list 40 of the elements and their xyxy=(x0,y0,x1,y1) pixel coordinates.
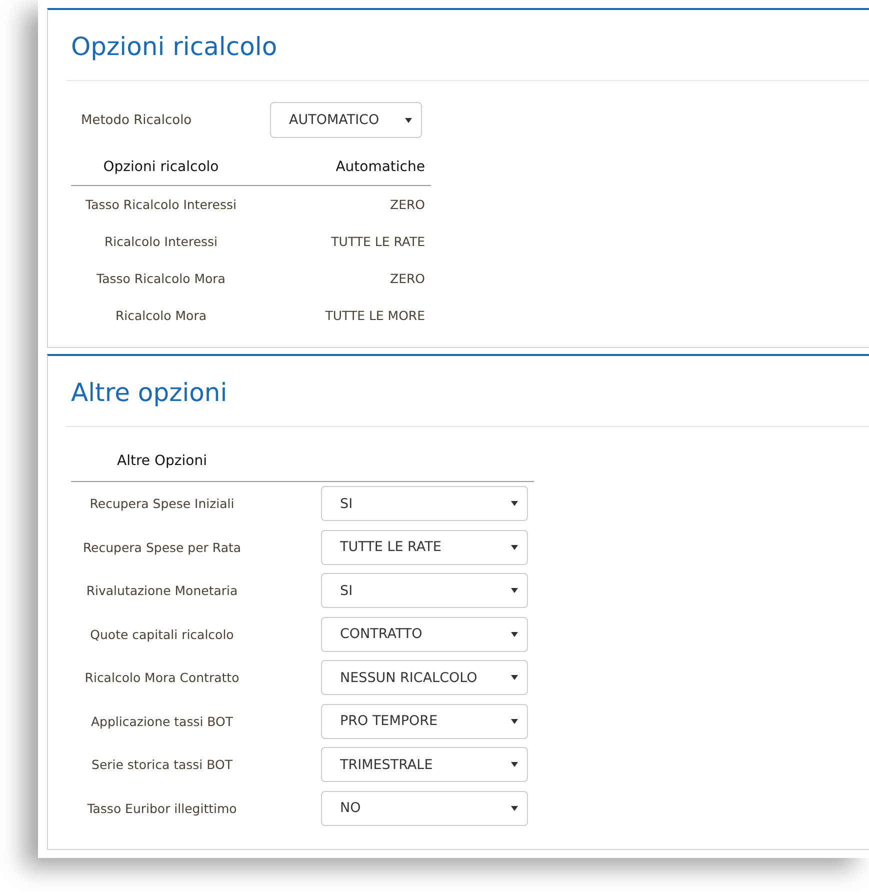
field-label: Ricalcolo Mora Contratto xyxy=(84,670,240,686)
option-select[interactable]: SI xyxy=(321,573,528,608)
field-label: Quote capitali ricalcolo xyxy=(89,626,235,642)
option-select[interactable]: CONTRATTO xyxy=(321,616,528,652)
field-label: Rivalutazione Monetaria xyxy=(85,583,239,598)
field-label: Serie storica tassi BOT xyxy=(90,757,234,772)
panel-title: Altre opzioni xyxy=(70,377,228,409)
table-cell-text: TUTTE LE MORE xyxy=(324,308,425,323)
option-select[interactable]: SI xyxy=(321,486,528,522)
caret-icon xyxy=(405,118,412,122)
caret-icon xyxy=(511,806,518,811)
field-label: Metodo Ricalcolo xyxy=(81,112,193,128)
option-select[interactable]: NESSUN RICALCOLO xyxy=(321,660,528,696)
table-cell-text: Ricalcolo Interessi xyxy=(103,234,219,249)
option-select[interactable]: TUTTE LE RATE xyxy=(321,530,528,565)
table-cell-text: Ricalcolo Mora xyxy=(114,308,208,323)
caret-icon xyxy=(511,718,518,724)
table-cell-text: Tasso Ricalcolo Interessi xyxy=(84,197,238,212)
field-label: Recupera Spese per Rata xyxy=(82,540,242,555)
field-label: Applicazione tassi BOT xyxy=(90,714,234,729)
caret-icon xyxy=(511,501,518,506)
column-header: Automatiche xyxy=(334,158,425,174)
panel-title: Opzioni ricalcolo xyxy=(70,31,278,63)
table-cell-text: TUTTE LE RATE xyxy=(330,234,425,249)
field-label: Recupera Spese Iniziali xyxy=(88,496,236,512)
field-label: Tasso Euribor illegittimo xyxy=(86,800,238,816)
option-select[interactable]: NO xyxy=(321,790,528,826)
caret-icon xyxy=(511,544,518,550)
caret-icon xyxy=(511,632,518,637)
column-header: Altre Opzioni xyxy=(116,453,208,469)
method-select[interactable]: AUTOMATICO xyxy=(270,102,422,138)
table-cell-text: ZERO xyxy=(389,197,425,212)
table-cell-text: ZERO xyxy=(389,271,425,286)
caret-icon xyxy=(511,675,518,680)
column-header: Opzioni ricalcolo xyxy=(102,158,220,174)
option-select[interactable]: PRO TEMPORE xyxy=(321,704,528,739)
caret-icon xyxy=(511,762,518,768)
option-select[interactable]: TRIMESTRALE xyxy=(321,747,528,782)
table-cell-text: Tasso Ricalcolo Mora xyxy=(96,271,226,286)
caret-icon xyxy=(511,588,518,594)
